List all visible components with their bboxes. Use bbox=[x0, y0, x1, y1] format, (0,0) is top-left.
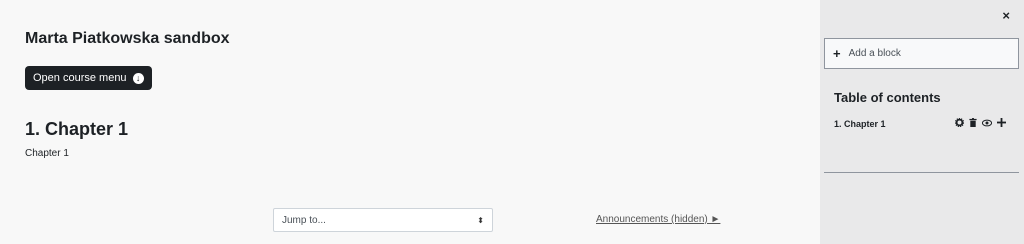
add-block-button[interactable]: + Add a block bbox=[824, 38, 1019, 69]
add-icon[interactable] bbox=[997, 118, 1006, 129]
plus-icon: + bbox=[833, 46, 841, 61]
close-drawer-icon[interactable]: × bbox=[1002, 8, 1010, 23]
add-block-label: Add a block bbox=[848, 48, 901, 59]
select-arrows-icon: ⬍ bbox=[477, 215, 484, 225]
course-title: Marta Piatkowska sandbox bbox=[25, 30, 230, 47]
divider bbox=[824, 172, 1019, 173]
toc-item-label[interactable]: 1. Chapter 1 bbox=[834, 119, 886, 129]
section-subtitle: Chapter 1 bbox=[25, 148, 69, 159]
course-content: Marta Piatkowska sandbox Open course men… bbox=[0, 0, 820, 244]
gear-icon[interactable] bbox=[954, 117, 965, 129]
eye-icon[interactable] bbox=[981, 119, 993, 129]
section-title: 1. Chapter 1 bbox=[25, 119, 129, 139]
toc-item: 1. Chapter 1 bbox=[834, 117, 1006, 129]
jump-to-select[interactable]: Jump to... ⬍ bbox=[273, 208, 493, 232]
jump-to-value: Jump to... bbox=[282, 214, 326, 226]
arrow-circle-down-icon: ↓ bbox=[132, 72, 144, 84]
toc-title: Table of contents bbox=[834, 90, 941, 105]
toc-item-actions bbox=[954, 117, 1006, 129]
open-course-menu-button[interactable]: Open course menu ↓ bbox=[25, 66, 152, 90]
right-drawer: × + Add a block Table of contents 1. Cha… bbox=[820, 0, 1024, 244]
next-activity-link[interactable]: Announcements (hidden) ► bbox=[596, 214, 720, 225]
open-course-menu-label: Open course menu bbox=[33, 72, 127, 84]
trash-icon[interactable] bbox=[969, 118, 977, 129]
